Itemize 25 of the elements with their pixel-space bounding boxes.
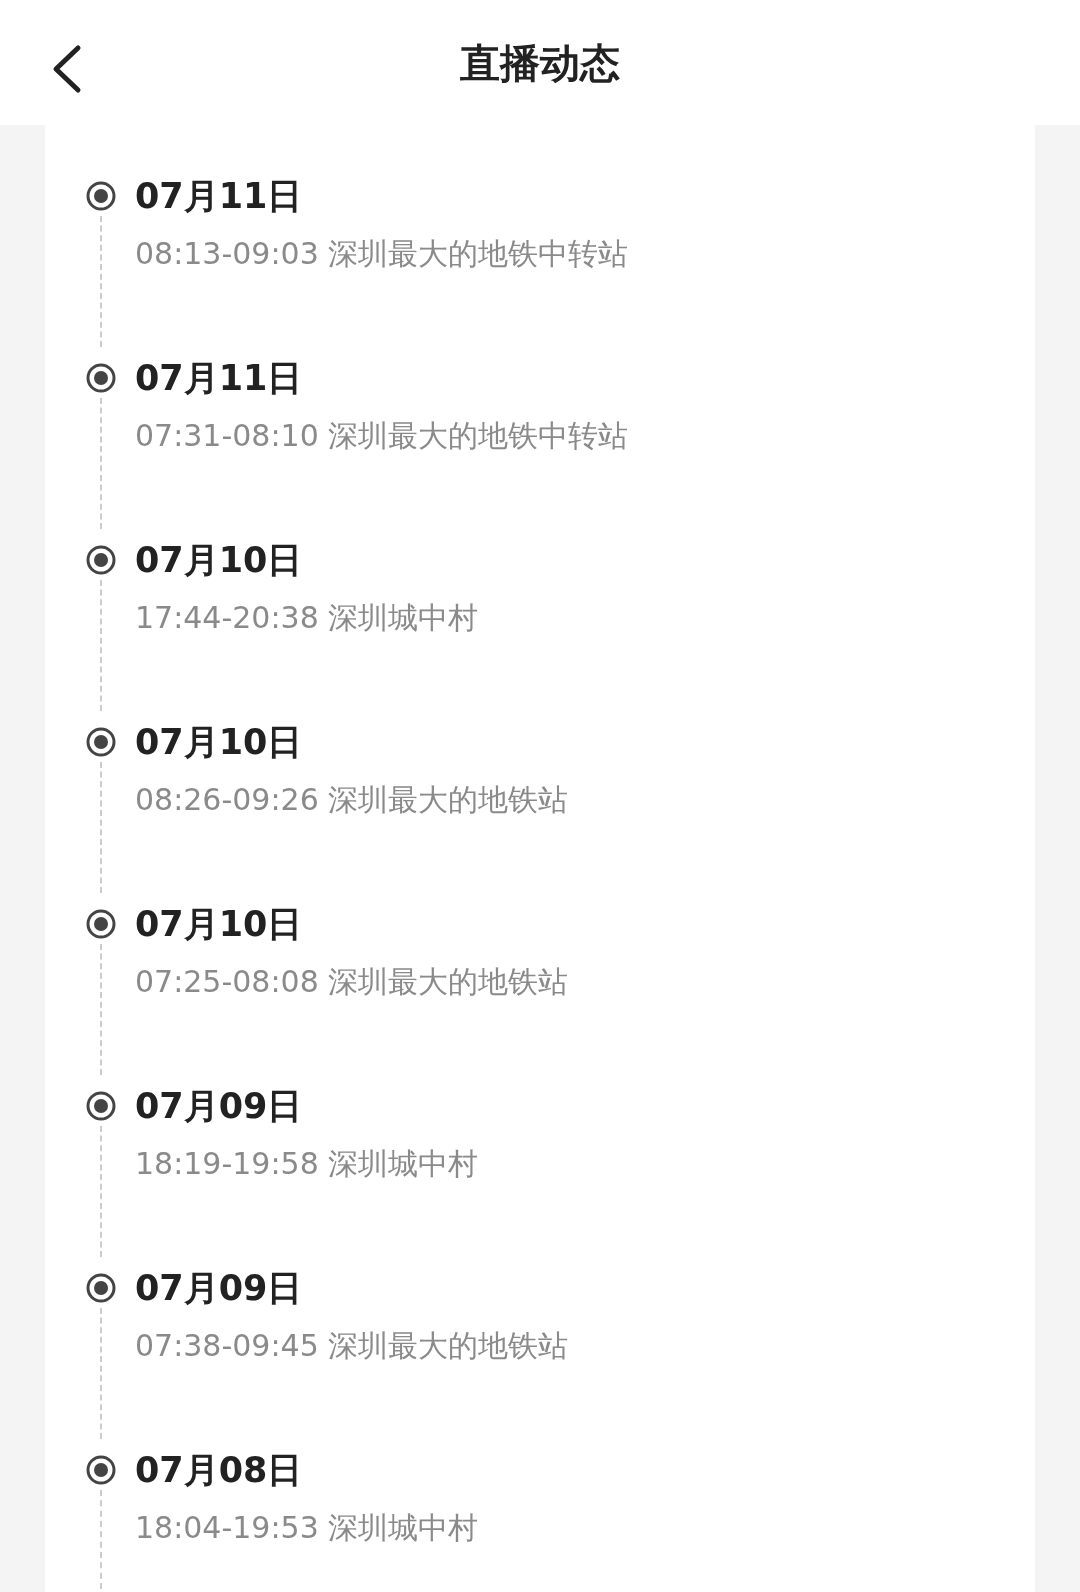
timeline-dot-icon bbox=[85, 180, 117, 212]
timeline-dot-icon bbox=[85, 1272, 117, 1304]
live-date: 07月08日 bbox=[135, 1449, 304, 1492]
live-session-info[interactable]: 07:38-09:45 深圳最大的地铁站 bbox=[135, 1319, 569, 1373]
live-session-info[interactable]: 18:04-19:53 深圳城中村 bbox=[135, 1501, 479, 1555]
timeline-dot-icon bbox=[85, 908, 117, 940]
live-session-info[interactable]: 07:31-08:10 深圳最大的地铁中转站 bbox=[135, 409, 629, 463]
timeline-dot-icon bbox=[85, 544, 117, 576]
timeline-dot-icon bbox=[85, 362, 117, 394]
live-date: 07月11日 bbox=[135, 175, 304, 218]
live-session-info[interactable]: 17:44-20:38 深圳城中村 bbox=[135, 591, 479, 645]
live-date: 07月10日 bbox=[135, 539, 304, 582]
live-session-info[interactable]: 07:25-08:08 深圳最大的地铁站 bbox=[135, 955, 569, 1009]
live-session-info[interactable]: 08:13-09:03 深圳最大的地铁中转站 bbox=[135, 227, 629, 281]
page-title: 直播动态 bbox=[460, 38, 620, 88]
live-date: 07月10日 bbox=[135, 903, 304, 946]
live-session-info[interactable]: 18:19-19:58 深圳城中村 bbox=[135, 1137, 479, 1191]
live-session-info[interactable]: 08:26-09:26 深圳最大的地铁站 bbox=[135, 773, 569, 827]
live-date: 07月09日 bbox=[135, 1267, 304, 1310]
live-date: 07月11日 bbox=[135, 357, 304, 400]
live-date: 07月09日 bbox=[135, 1085, 304, 1128]
live-date: 07月10日 bbox=[135, 721, 304, 764]
timeline-dot-icon bbox=[85, 1454, 117, 1486]
timeline-dot-icon bbox=[85, 726, 117, 758]
timeline-dot-icon bbox=[85, 1090, 117, 1122]
